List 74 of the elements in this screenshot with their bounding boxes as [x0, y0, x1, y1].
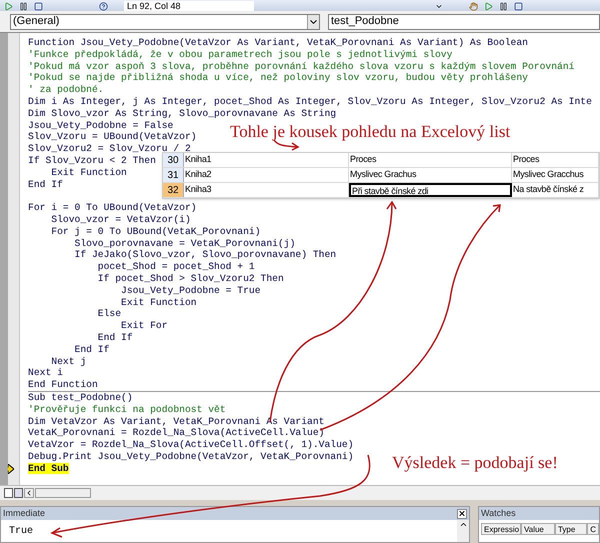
- pause-icon[interactable]: [19, 2, 28, 11]
- code-line: If Slov_Vzoru < 2 Then: [28, 154, 156, 166]
- code-line: pocet_Shod = pocet_Shod + 1: [96, 261, 255, 272]
- module-view-button[interactable]: [14, 488, 23, 498]
- position-field: Ln 92, Col 48: [124, 1, 254, 11]
- code-line: Exit For: [120, 320, 168, 332]
- code-line: Slovo_vzor = VetaVzor(i): [50, 214, 191, 225]
- code-line: End If: [96, 332, 133, 343]
- code-line: Dim Slovo_vzor As String, Slovo_porovnavane As String: [28, 108, 336, 119]
- column-header[interactable]: Type: [554, 523, 588, 535]
- code-line: Sub test_Podobne(): [28, 392, 133, 403]
- spreadsheet-cell[interactable]: Proces: [512, 153, 599, 167]
- code-comment: 'Prověřuje funkci na podobnost vět: [28, 404, 226, 415]
- code-line: Next i: [28, 367, 63, 378]
- code-comment: ' za podobné.: [28, 84, 104, 96]
- spreadsheet-cell[interactable]: Proces: [349, 153, 512, 167]
- column-header[interactable]: C: [587, 523, 599, 535]
- spreadsheet-cell[interactable]: Na stavbě čínské z: [512, 183, 599, 197]
- code-line: End If: [28, 178, 63, 190]
- code-line: Slov_Vzoru2 = Slov_Vzoru / 2: [28, 143, 191, 154]
- annotation-text: Výsledek = podobají se!: [392, 452, 558, 474]
- run-icon[interactable]: [4, 2, 13, 11]
- code-line: Jsou_Vety_Podobne = True: [120, 284, 261, 296]
- code-line: Debug.Print Jsou_Vety_Podobne(VetaVzor, VetaK_Porovnani): [28, 450, 354, 462]
- pane-title: Immediate: [3, 506, 46, 520]
- code-line: End Function: [28, 379, 98, 390]
- object-dropdown[interactable]: (General): [10, 14, 320, 30]
- hand-icon[interactable]: [469, 2, 478, 11]
- code-line: If JeJako(Slovo_vzor, Slovo_porovnavane) Then: [74, 249, 336, 260]
- code-line: Function Jsou_Vety_Podobne(VetaVzor As Variant, VetaK_Porovnani As Variant) As Boolean: [28, 37, 528, 48]
- code-line: Slovo_porovnavane = VetaK_Porovnani(j): [74, 238, 296, 249]
- spreadsheet-cell[interactable]: Při stavbě čínské zdi: [349, 183, 512, 197]
- row-header[interactable]: 32: [163, 183, 184, 197]
- row-header[interactable]: 31: [163, 168, 184, 182]
- code-line: Else: [96, 308, 122, 320]
- column-header[interactable]: Value: [521, 523, 555, 535]
- run-icon[interactable]: [484, 2, 493, 11]
- code-line: Jsou_Vety_Podobne = False: [28, 120, 174, 131]
- code-line: For j = 0 To UBound(VetaK_Porovnani): [50, 226, 261, 237]
- stop-icon[interactable]: [514, 2, 523, 11]
- stop-icon[interactable]: [34, 2, 43, 11]
- horizontal-scrollbar[interactable]: [35, 488, 91, 498]
- procedure-view-button[interactable]: [4, 488, 13, 498]
- annotation-arrow: [273, 140, 300, 151]
- row-header[interactable]: 30: [163, 153, 184, 167]
- vertical-scrollbar[interactable]: [457, 520, 469, 542]
- code-line: For i = 0 To UBound(VetaVzor): [28, 202, 197, 214]
- annotation-text: Tohle je kousek pohledu na Excelový list: [230, 121, 510, 143]
- pane-title: Watches: [481, 507, 516, 520]
- column-header[interactable]: Expressio: [481, 523, 521, 535]
- close-icon: [458, 509, 466, 518]
- code-comment: 'Funkce předpokládá, že v obou parametrech jsou pole s jednotlivými slovy: [28, 48, 452, 60]
- close-button[interactable]: [457, 508, 467, 518]
- spreadsheet-cell[interactable]: Kniha2: [184, 168, 349, 182]
- code-line: Exit Function: [120, 296, 197, 308]
- code-comment: 'Pokud se najde přibližná shoda u více, než poloviny slov vzoru, budou věty prohlášeny: [28, 72, 528, 84]
- spreadsheet-cell[interactable]: Kniha1: [184, 153, 349, 167]
- scroll-left-button[interactable]: [24, 488, 34, 498]
- procedure-dropdown[interactable]: test_Podobne: [328, 14, 600, 30]
- code-line: Exit Function: [50, 166, 127, 178]
- code-line: If pocet_Shod > Slov_Vzoru2 Then: [96, 272, 284, 284]
- code-line: Next j: [50, 356, 86, 367]
- spreadsheet-cell[interactable]: Kniha3: [184, 183, 349, 197]
- code-line: End If: [74, 344, 110, 355]
- spreadsheet-cell[interactable]: Myslivec Gracchus: [512, 168, 599, 182]
- code-line: Dim i As Integer, j As Integer, pocet_Shod As Integer, Slov_Vzoru As Integer, Slov_Vzoru2 As Inte: [28, 96, 592, 107]
- help-icon[interactable]: [99, 2, 108, 11]
- pause-icon[interactable]: [499, 2, 508, 11]
- code-line: Slov_Vzoru = UBound(VetaVzor): [28, 131, 197, 142]
- immediate-output: True: [8, 525, 34, 539]
- code-line: VetaK_Porovnani = Rozdel_Na_Slova(ActiveCell.Value): [28, 427, 324, 438]
- code-line: VetaVzor = Rozdel_Na_Slova(ActiveCell.Offset(, 1).Value): [28, 439, 354, 450]
- code-comment: 'Pokud má vzor aspoň 3 slova, proběhne porovnání každého slova vzoru s každým slovem Porovnání: [28, 60, 574, 72]
- spreadsheet-cell[interactable]: Myslivec Grachus: [349, 168, 512, 182]
